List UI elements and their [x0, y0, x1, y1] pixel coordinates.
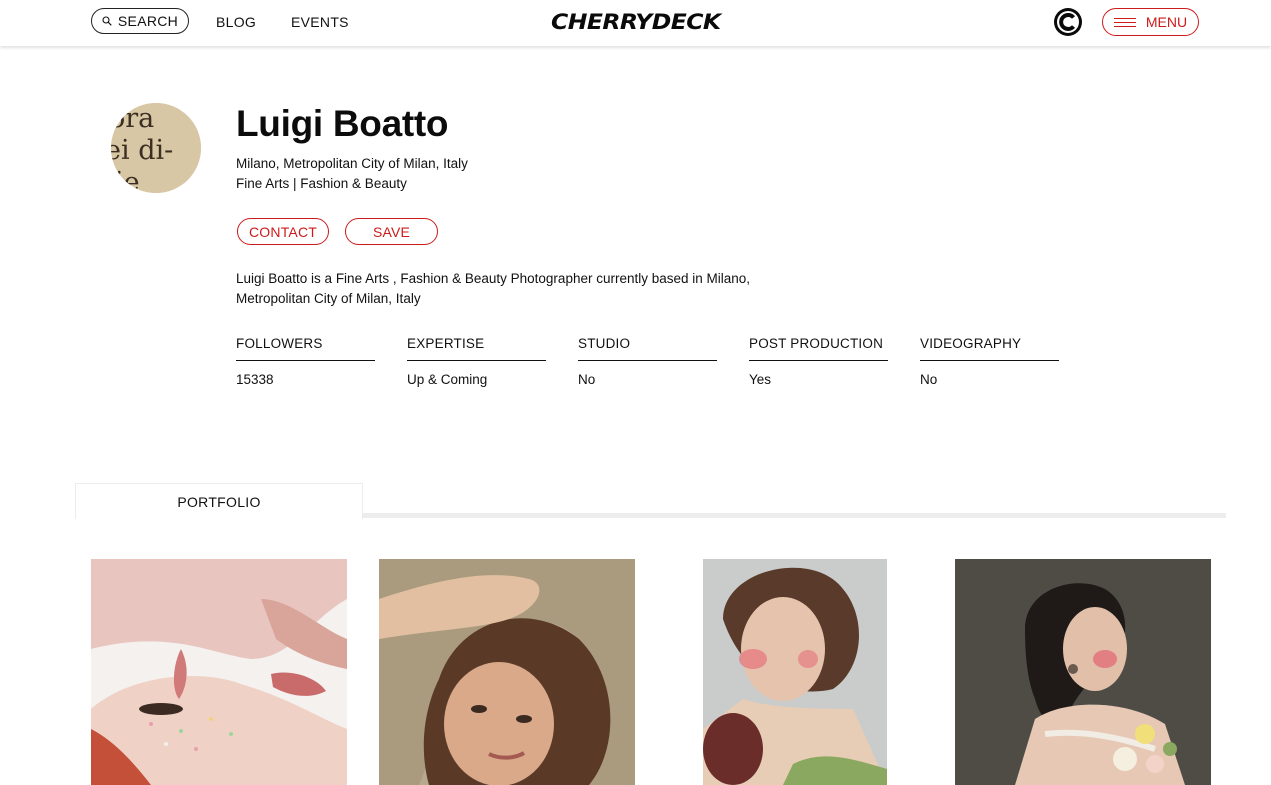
search-label: SEARCH	[117, 13, 179, 29]
portfolio-image[interactable]	[955, 559, 1211, 785]
cherrydeck-logo[interactable]: CHERRYDECK	[551, 11, 751, 33]
top-navigation-bar: SEARCH BLOG EVENTS CHERRYDECK MENU	[0, 0, 1271, 46]
hamburger-icon	[1113, 17, 1136, 27]
profile-name: Luigi Boatto	[236, 103, 449, 144]
portfolio-image[interactable]	[703, 559, 887, 785]
contact-button[interactable]: CONTACT	[237, 218, 329, 245]
nav-blog-link[interactable]: BLOG	[216, 14, 256, 30]
tab-portfolio[interactable]: PORTFOLIO	[75, 483, 363, 519]
portfolio-image[interactable]	[91, 559, 347, 785]
stat-label: POST PRODUCTION	[749, 336, 888, 361]
search-button[interactable]: SEARCH	[91, 8, 189, 34]
stat-value: No	[578, 372, 596, 387]
stat-label: FOLLOWERS	[236, 336, 375, 361]
portfolio-image[interactable]	[379, 559, 635, 785]
menu-button[interactable]: MENU	[1102, 8, 1199, 36]
logo-text: CHERRYDECK	[551, 10, 721, 34]
svg-text:ei di-: ei di-	[111, 135, 173, 166]
stat-label: EXPERTISE	[407, 336, 546, 361]
svg-text:ora: ora	[111, 103, 154, 134]
profile-bio: Luigi Boatto is a Fine Arts , Fashion & …	[236, 271, 751, 306]
stat-videography: VIDEOGRAPHY No	[920, 336, 1059, 387]
stat-value: Yes	[749, 372, 772, 387]
stat-label: VIDEOGRAPHY	[920, 336, 1059, 361]
stat-value: No	[920, 372, 938, 387]
stat-value: 15338	[236, 372, 274, 387]
save-button[interactable]: SAVE	[345, 218, 438, 245]
stat-followers: FOLLOWERS 15338	[236, 336, 375, 387]
menu-label: MENU	[1145, 14, 1188, 30]
search-icon	[102, 16, 112, 26]
avatar: ora ei di- ie	[111, 103, 201, 193]
stat-studio: STUDIO No	[578, 336, 717, 387]
cherrydeck-c-icon[interactable]	[1053, 7, 1083, 37]
stat-expertise: EXPERTISE Up & Coming	[407, 336, 546, 387]
profile-location: Milano, Metropolitan City of Milan, Ital…	[236, 156, 468, 171]
nav-events-link[interactable]: EVENTS	[291, 14, 349, 30]
stat-label: STUDIO	[578, 336, 717, 361]
profile-categories: Fine Arts | Fashion & Beauty	[236, 176, 407, 191]
stat-value: Up & Coming	[407, 372, 488, 387]
svg-text:ie: ie	[115, 167, 140, 193]
stat-post-production: POST PRODUCTION Yes	[749, 336, 888, 387]
